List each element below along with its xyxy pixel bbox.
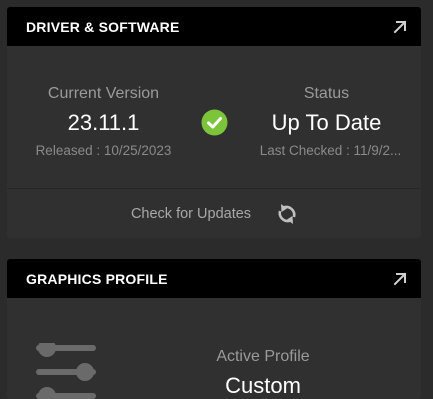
check-for-updates-button[interactable]: Check for Updates (7, 189, 421, 238)
release-date: Released : 10/25/2023 (35, 143, 172, 158)
last-checked: Last Checked : 11/9/2... (259, 143, 402, 158)
current-version-block: Current Version 23.11.1 Released : 10/25… (7, 84, 200, 160)
sliders-icon (36, 343, 96, 399)
driver-card-title: DRIVER & SOFTWARE (26, 18, 180, 35)
status-label: Status (303, 85, 350, 102)
driver-info: Current Version 23.11.1 Released : 10/25… (7, 46, 421, 188)
status-block: Status Up To Date Last Checked : 11/9/2.… (232, 84, 421, 160)
driver-card-header: DRIVER & SOFTWARE (7, 7, 421, 46)
driver-software-card: DRIVER & SOFTWARE Current Version 23.11.… (7, 7, 421, 238)
expand-arrow-icon[interactable] (392, 19, 408, 35)
profile-info: Active Profile Custom (7, 298, 421, 399)
graphics-profile-card: GRAPHICS PROFILE Active Profile Custom (7, 259, 421, 399)
active-profile-name: Custom (225, 373, 301, 398)
status-value: Up To Date (271, 110, 382, 135)
active-profile-label: Active Profile (216, 348, 310, 365)
check-circle-icon (201, 109, 228, 136)
expand-arrow-icon[interactable] (392, 271, 408, 287)
refresh-icon (278, 203, 296, 224)
check-for-updates-label: Check for Updates (130, 205, 252, 222)
profile-card-title: GRAPHICS PROFILE (26, 270, 168, 287)
current-version-label: Current Version (47, 85, 160, 102)
profile-card-header: GRAPHICS PROFILE (7, 259, 421, 298)
driver-version: 23.11.1 (67, 110, 140, 135)
